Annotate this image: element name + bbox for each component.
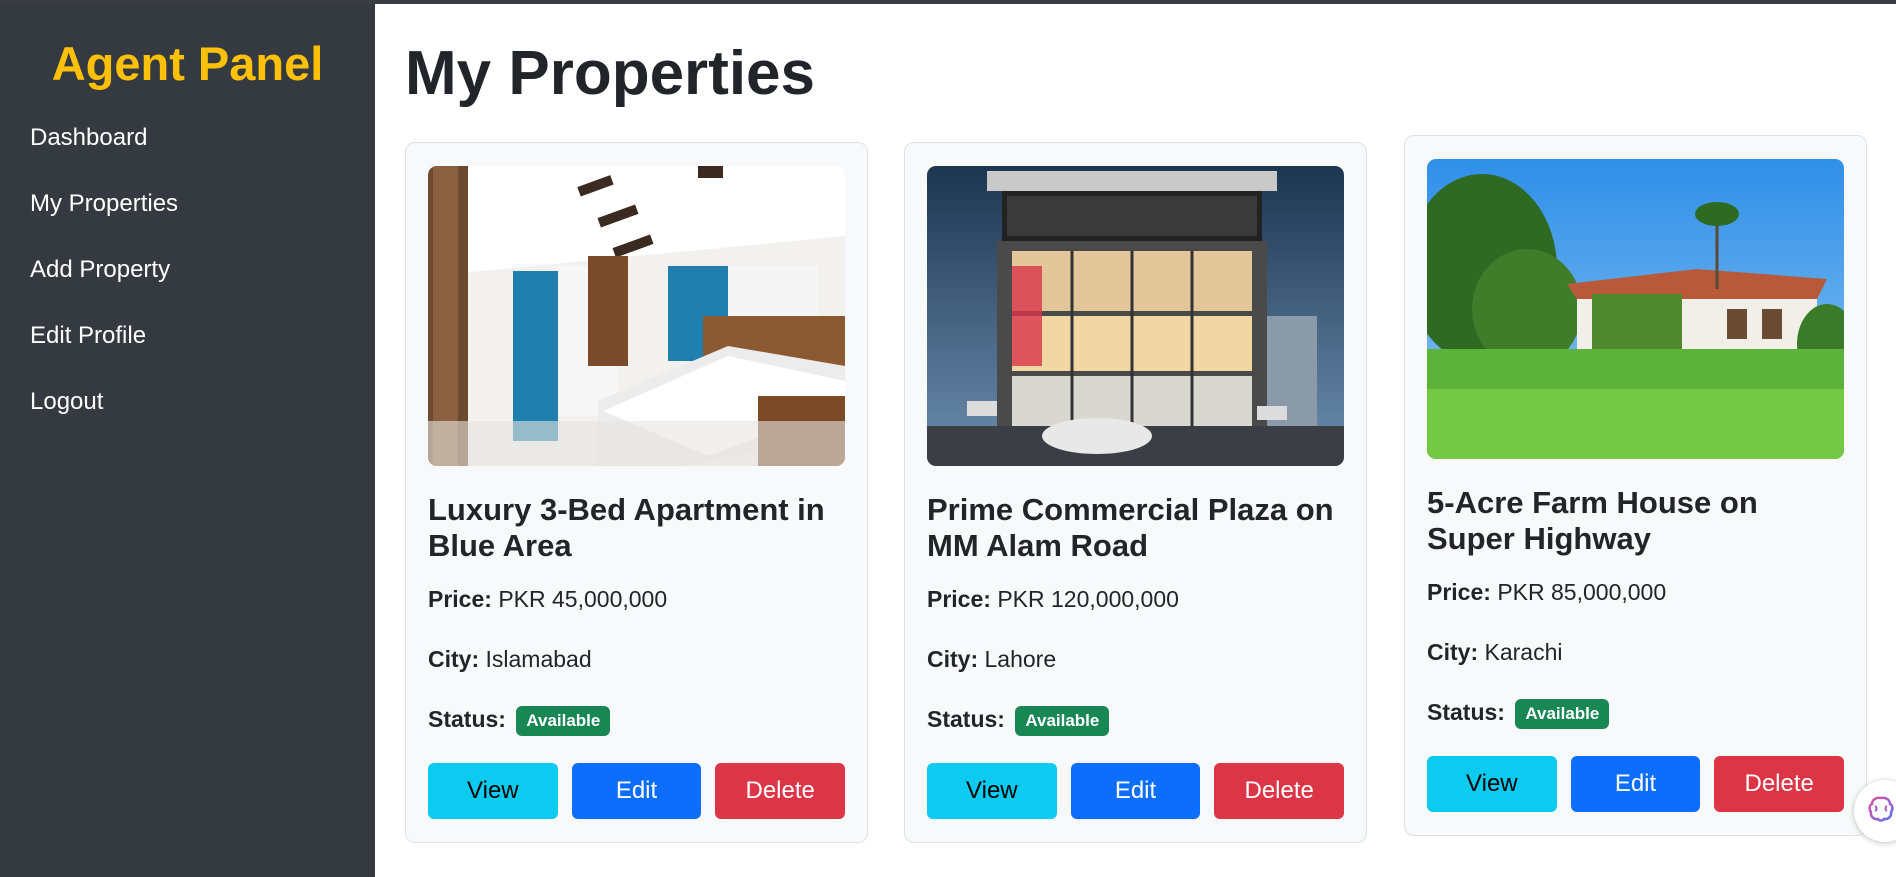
- price-row: Price: PKR 85,000,000: [1427, 577, 1844, 607]
- property-card: Luxury 3-Bed Apartment in Blue Area Pric…: [405, 142, 868, 843]
- city-row: City: Karachi: [1427, 637, 1844, 667]
- edit-button[interactable]: Edit: [1070, 763, 1201, 819]
- property-image-commercial-plaza: [927, 166, 1344, 466]
- city-value: Lahore: [984, 646, 1057, 672]
- status-badge: Available: [516, 705, 611, 736]
- status-row: Status: Available: [1427, 697, 1844, 729]
- status-row: Status: Available: [428, 704, 845, 736]
- card-actions: View Edit Delete: [1427, 756, 1845, 812]
- property-image-farm-house: [1427, 159, 1844, 459]
- brand-title: Agent Panel: [51, 37, 324, 90]
- city-row: City: Islamabad: [428, 644, 845, 674]
- sidebar-item-edit-profile[interactable]: Edit Profile: [30, 316, 178, 382]
- delete-button[interactable]: Delete: [1214, 763, 1345, 819]
- delete-button[interactable]: Delete: [715, 763, 846, 819]
- price-row: Price: PKR 45,000,000: [428, 584, 845, 614]
- property-title: 5-Acre Farm House on Super Highway: [1427, 485, 1758, 556]
- price-value: PKR 85,000,000: [1497, 579, 1667, 605]
- price-value: PKR 120,000,000: [997, 586, 1179, 612]
- status-row: Status: Available: [927, 704, 1344, 736]
- price-label: Price:: [927, 586, 991, 612]
- sidebar-item-logout[interactable]: Logout: [30, 382, 178, 448]
- card-actions: View Edit Delete: [927, 763, 1345, 819]
- city-label: City:: [927, 646, 979, 672]
- sidebar-item-dashboard[interactable]: Dashboard: [30, 118, 178, 184]
- status-label: Status:: [428, 706, 506, 732]
- price-label: Price:: [1427, 579, 1491, 605]
- city-row: City: Lahore: [927, 644, 1344, 674]
- price-row: Price: PKR 120,000,000: [927, 584, 1344, 614]
- sidebar-nav: Dashboard My Properties Add Property Edi…: [30, 118, 178, 448]
- property-image-bedroom: [428, 166, 845, 466]
- status-badge: Available: [1515, 698, 1610, 729]
- sidebar-item-my-properties[interactable]: My Properties: [30, 184, 178, 250]
- city-label: City:: [1427, 639, 1479, 665]
- city-value: Islamabad: [485, 646, 592, 672]
- view-button[interactable]: View: [927, 763, 1057, 819]
- city-label: City:: [428, 646, 480, 672]
- delete-button[interactable]: Delete: [1714, 756, 1845, 812]
- status-label: Status:: [1427, 699, 1505, 725]
- view-button[interactable]: View: [1427, 756, 1557, 812]
- property-title: Luxury 3-Bed Apartment in Blue Area: [428, 492, 825, 563]
- window-top-border: [0, 0, 1896, 4]
- sidebar-item-add-property[interactable]: Add Property: [30, 250, 178, 316]
- main-content: My Properties Luxury 3-Bed Apartment in …: [375, 0, 1896, 877]
- status-badge: Available: [1015, 705, 1110, 736]
- sidebar: Agent Panel Dashboard My Properties Add …: [0, 0, 375, 877]
- page-title: My Properties: [405, 39, 816, 108]
- price-label: Price:: [428, 586, 492, 612]
- card-actions: View Edit Delete: [428, 763, 846, 819]
- view-button[interactable]: View: [428, 763, 558, 819]
- edit-button[interactable]: Edit: [1570, 756, 1701, 812]
- city-value: Karachi: [1484, 639, 1563, 665]
- property-title: Prime Commercial Plaza on MM Alam Road: [927, 492, 1334, 563]
- property-card: Prime Commercial Plaza on MM Alam Road P…: [904, 142, 1367, 843]
- status-label: Status:: [927, 706, 1005, 732]
- property-card: 5-Acre Farm House on Super Highway Price…: [1404, 135, 1867, 836]
- assistant-brain-icon: [1866, 794, 1896, 829]
- price-value: PKR 45,000,000: [498, 586, 668, 612]
- edit-button[interactable]: Edit: [571, 763, 702, 819]
